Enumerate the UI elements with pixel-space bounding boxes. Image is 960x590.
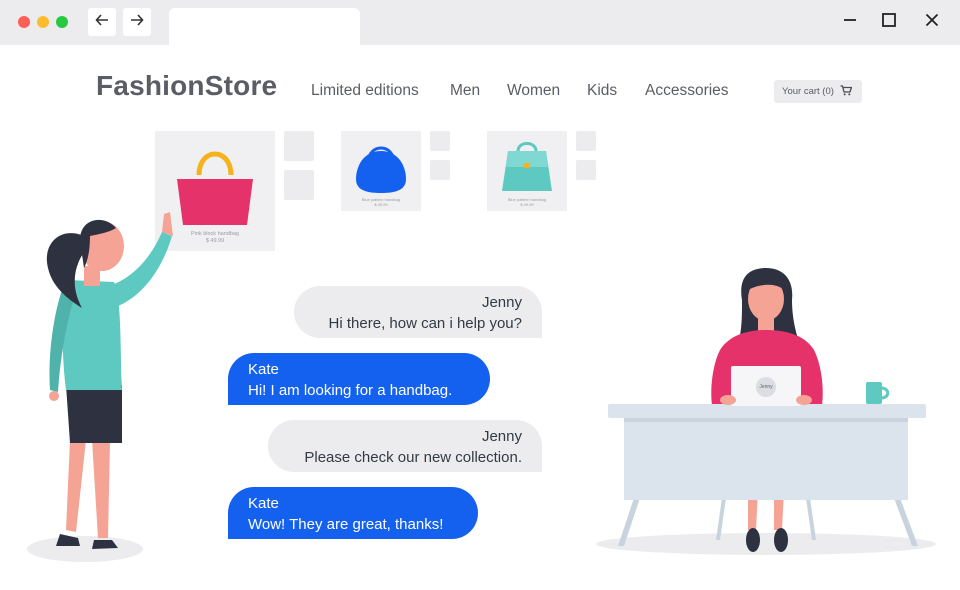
chat-sender: Kate	[248, 361, 279, 378]
shopper-illustration	[27, 212, 173, 562]
chat-message-kate: Kate Wow! They are great, thanks!	[228, 487, 478, 539]
chat-text: Hi! I am looking for a handbag.	[248, 382, 453, 399]
laptop-label: Jenny	[759, 384, 773, 390]
chat-sender: Jenny	[481, 428, 522, 445]
seller-illustration	[596, 268, 936, 555]
chat-text: Hi there, how can i help you?	[328, 315, 522, 332]
chat-sender: Kate	[248, 495, 279, 512]
chat-sender: Jenny	[481, 294, 522, 311]
chat-message-jenny: Jenny Hi there, how can i help you?	[294, 286, 542, 338]
chat-text: Please check our new collection.	[304, 449, 522, 466]
chat-message-jenny: Jenny Please check our new collection.	[268, 420, 542, 472]
chat-message-kate: Kate Hi! I am looking for a handbag.	[228, 353, 490, 405]
chat-text: Wow! They are great, thanks!	[248, 516, 444, 533]
